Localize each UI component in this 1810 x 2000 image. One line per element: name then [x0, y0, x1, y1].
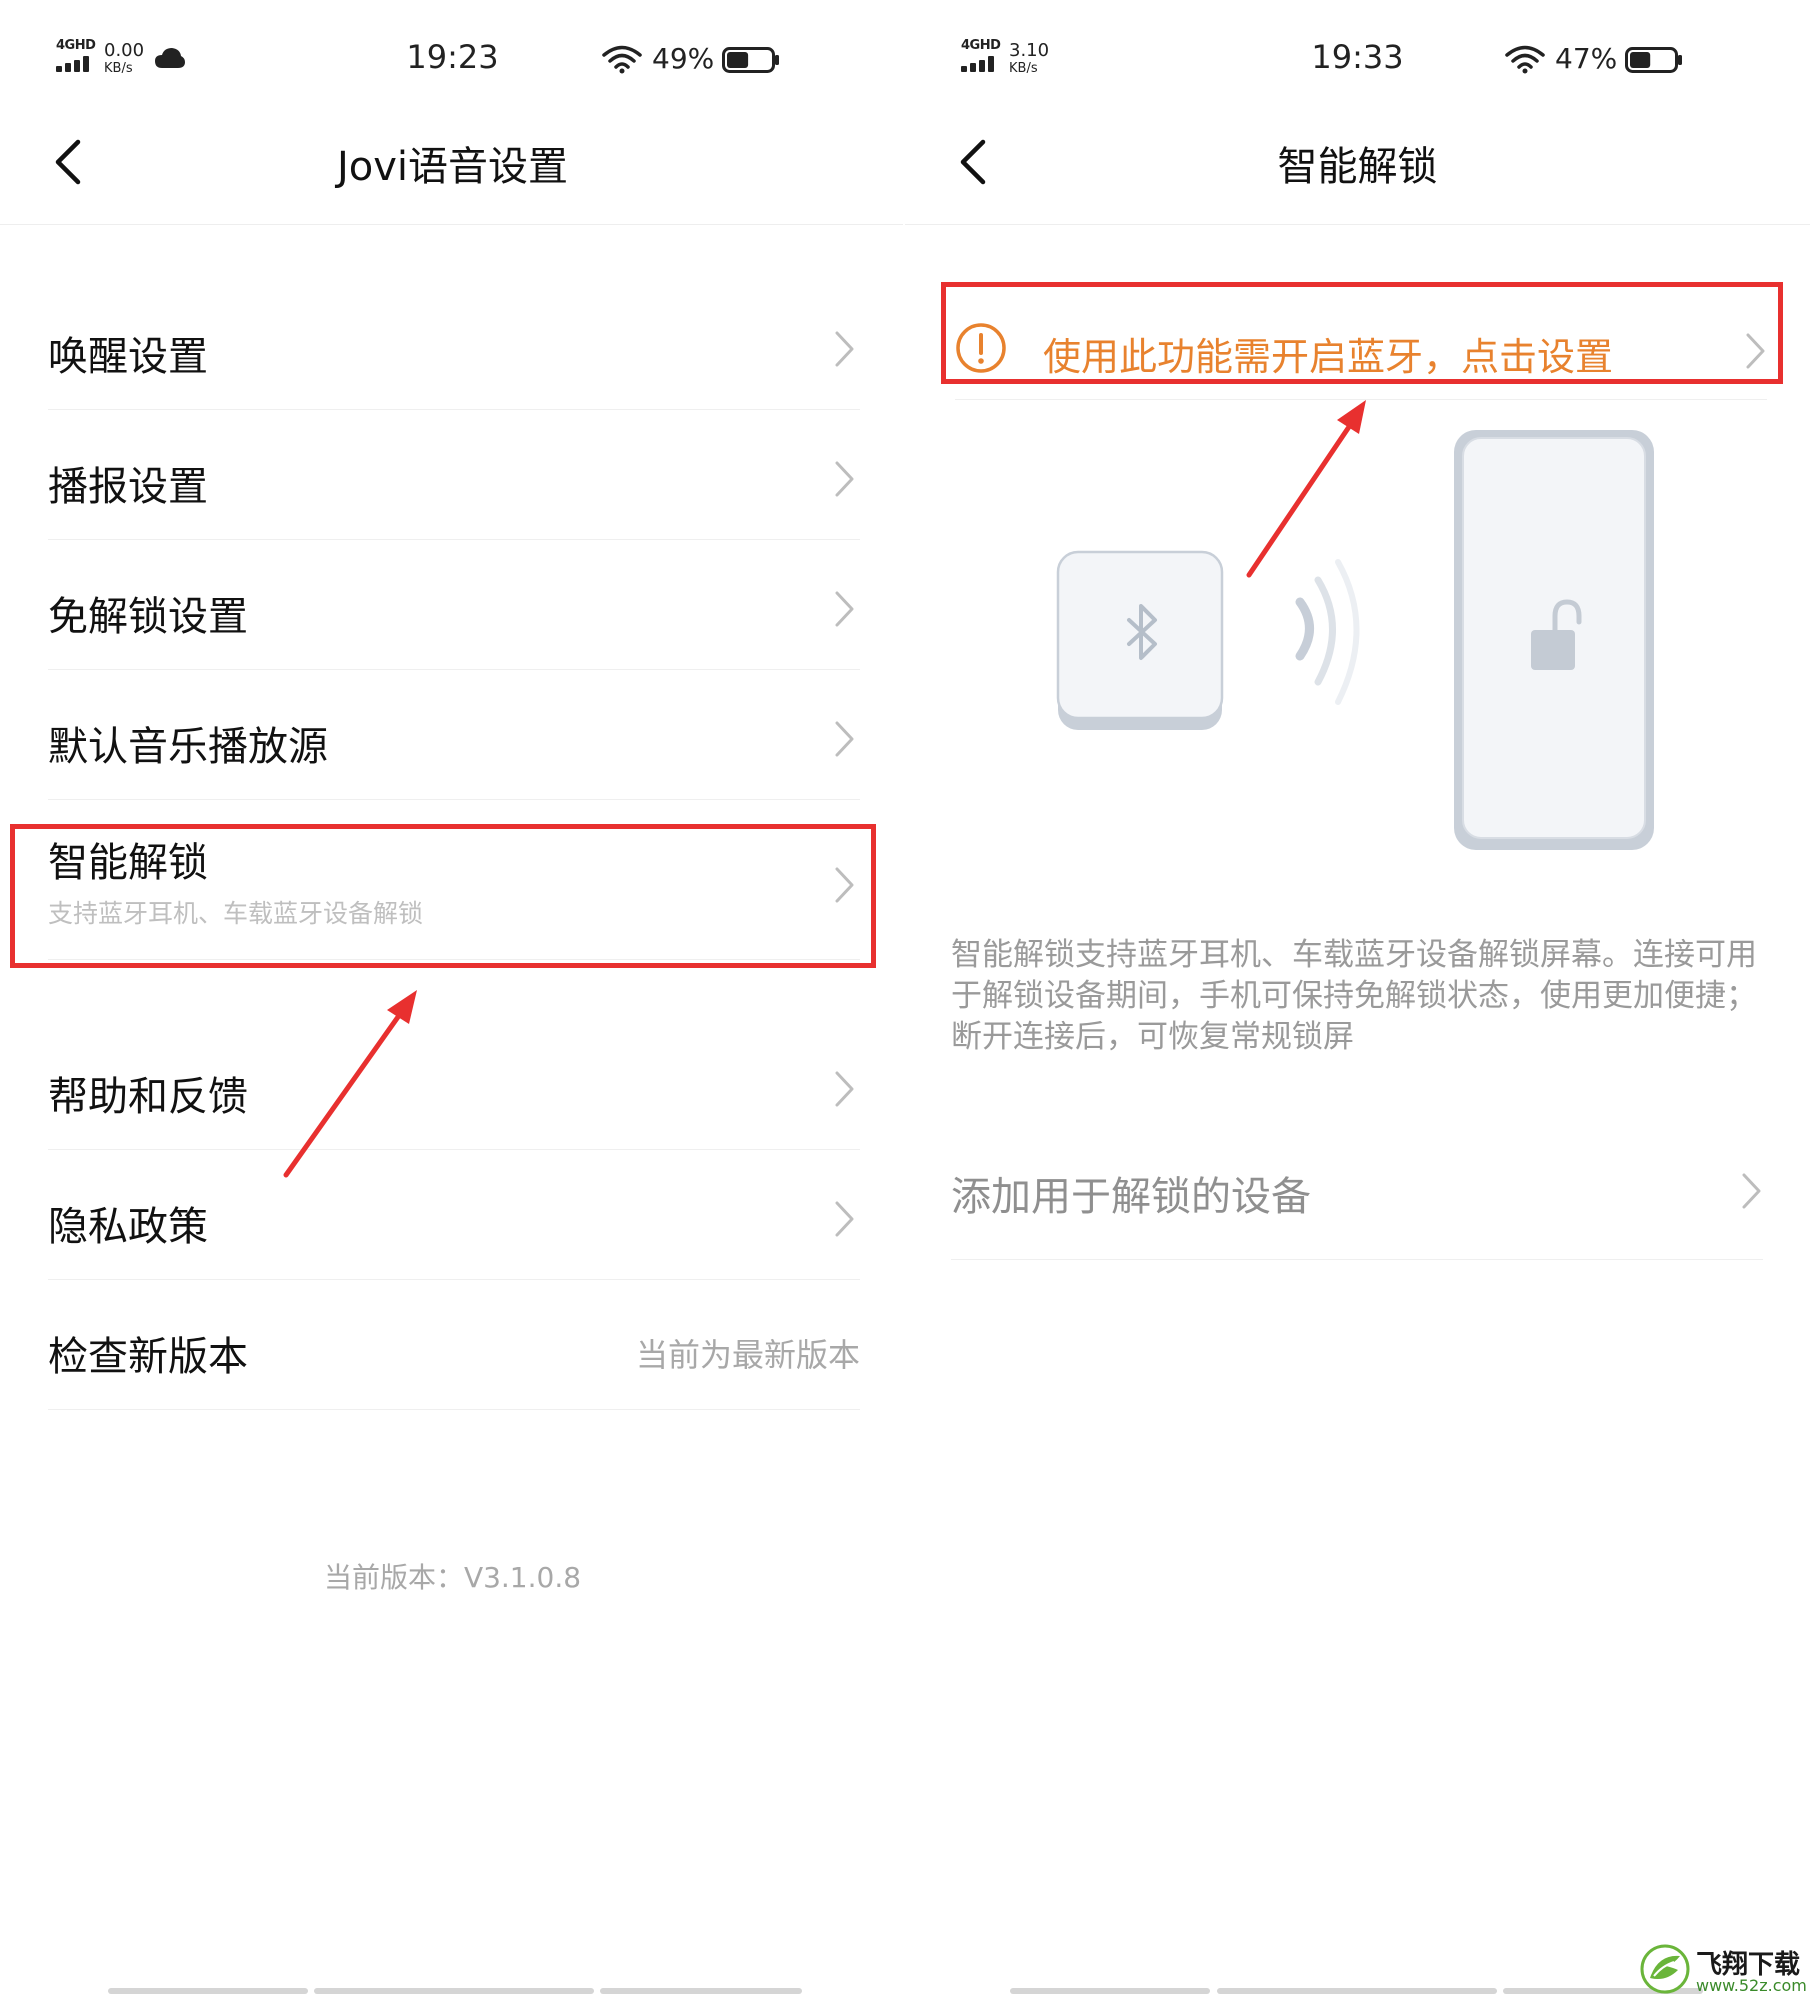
status-bar: 4GHD 3.10 KB/s 19:33 47%	[905, 0, 1810, 110]
item-label: 隐私政策	[48, 1204, 208, 1250]
title-bar: Jovi语音设置	[0, 110, 905, 225]
battery-icon	[722, 47, 779, 73]
chevron-right-icon	[835, 591, 854, 627]
chevron-right-icon	[835, 721, 854, 757]
phone-icon	[1454, 430, 1654, 850]
item-label: 唤醒设置	[48, 334, 208, 380]
nav-indicator	[314, 1988, 594, 1994]
chevron-right-icon	[835, 1201, 854, 1237]
smart-unlock-illustration	[1056, 430, 1654, 850]
title-bar: 智能解锁	[905, 110, 1810, 225]
highlight-box	[10, 824, 876, 968]
chevron-right-icon	[835, 1071, 854, 1107]
settings-item-music-source[interactable]: 默认音乐播放源	[48, 670, 860, 800]
battery-icon	[1625, 47, 1682, 73]
item-label: 免解锁设置	[48, 594, 248, 640]
right-screen: 4GHD 3.10 KB/s 19:33 47% 智能解锁 使用此功能需开启蓝牙…	[905, 0, 1810, 2000]
signal-waves-icon	[1295, 559, 1360, 705]
settings-item-help[interactable]: 帮助和反馈	[48, 1020, 860, 1150]
status-bar: 4GHD 0.00 KB/s 19:23 49%	[0, 0, 905, 110]
chevron-right-icon	[1742, 1173, 1761, 1209]
watermark: 飞翔下载 www.52z.com	[1640, 1942, 1810, 2000]
version-text: 当前版本：V3.1.0.8	[323, 1561, 582, 1594]
item-label: 检查新版本	[48, 1334, 248, 1380]
wifi-icon	[602, 45, 642, 74]
nav-indicator	[600, 1988, 802, 1994]
bluetooth-device-icon	[1056, 550, 1224, 730]
battery-percent: 49%	[652, 42, 715, 75]
item-label: 播报设置	[48, 464, 208, 510]
nav-indicator	[108, 1988, 308, 1994]
item-label: 帮助和反馈	[48, 1074, 248, 1120]
battery-percent: 47%	[1555, 42, 1618, 75]
nav-indicator	[1217, 1988, 1497, 1994]
settings-item-privacy[interactable]: 隐私政策	[48, 1150, 860, 1280]
chevron-right-icon	[835, 461, 854, 497]
highlight-box	[941, 282, 1783, 384]
settings-item-check-update[interactable]: 检查新版本 当前为最新版本	[48, 1280, 860, 1410]
settings-item-wake[interactable]: 唤醒设置	[48, 280, 860, 410]
page-title: Jovi语音设置	[336, 144, 569, 190]
add-unlock-device[interactable]: 添加用于解锁的设备	[951, 1150, 1763, 1260]
add-device-label: 添加用于解锁的设备	[951, 1174, 1311, 1220]
annotation-arrow	[283, 990, 417, 1178]
chevron-right-icon	[835, 331, 854, 367]
feature-description: 智能解锁支持蓝牙耳机、车载蓝牙设备解锁屏幕。连接可用于解锁设备期间，手机可保持免…	[951, 937, 1757, 1055]
page-title: 智能解锁	[1277, 144, 1438, 190]
item-label: 默认音乐播放源	[48, 724, 328, 770]
left-screen: 4GHD 0.00 KB/s 19:23 49% Jovi语音设置 唤醒设置 播…	[0, 0, 905, 2000]
nav-indicator	[1010, 1988, 1210, 1994]
settings-item-no-unlock[interactable]: 免解锁设置	[48, 540, 860, 670]
update-status: 当前为最新版本	[635, 1336, 860, 1374]
watermark-url: www.52z.com	[1696, 1976, 1807, 1995]
watermark-logo-icon	[1640, 1944, 1690, 1994]
wifi-icon	[1505, 45, 1545, 74]
settings-item-broadcast[interactable]: 播报设置	[48, 410, 860, 540]
